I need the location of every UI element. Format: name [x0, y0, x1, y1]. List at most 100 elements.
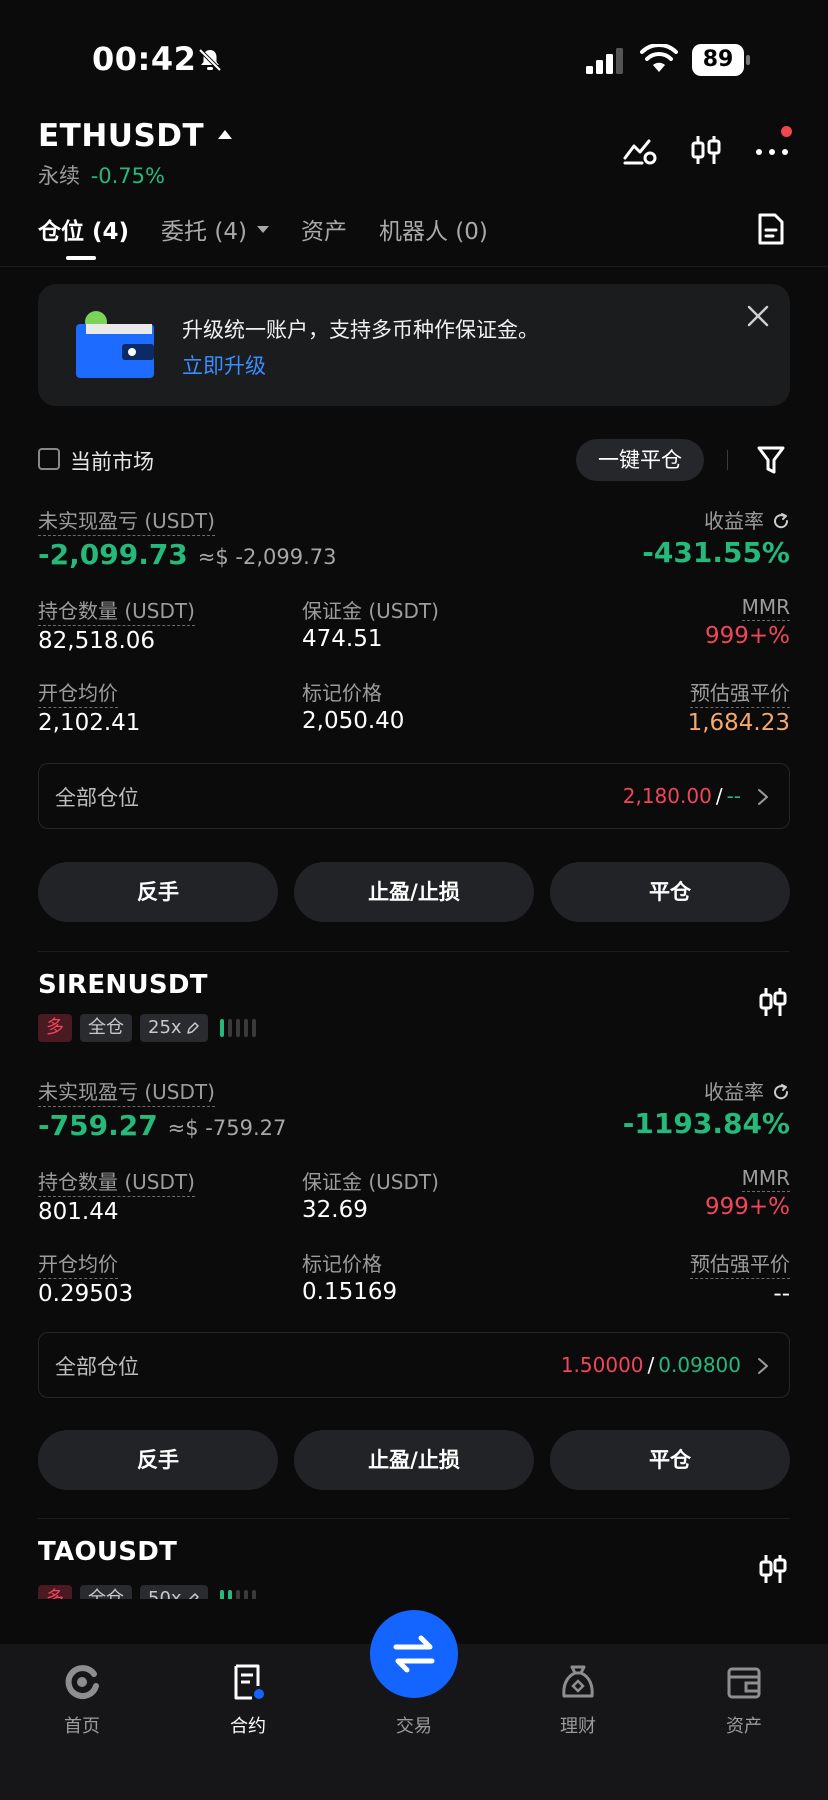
- tab-bots[interactable]: 机器人 (0): [379, 212, 488, 262]
- margin-mode-tag[interactable]: 全仓: [80, 1014, 132, 1042]
- upnl-label[interactable]: 未实现盈亏 (USDT): [38, 505, 215, 536]
- refresh-icon[interactable]: [772, 512, 790, 530]
- mmr-value: 999+%: [704, 623, 790, 649]
- close-icon[interactable]: [746, 304, 770, 328]
- entry-block: 开仓均价 0.29503: [38, 1248, 133, 1307]
- margin-label: 保证金 (USDT): [302, 1170, 439, 1194]
- tab-positions-label: 仓位 (4): [38, 219, 130, 245]
- all-positions-label: 全部仓位: [55, 786, 139, 810]
- margin-mode-tag[interactable]: 全仓: [80, 1585, 132, 1599]
- nav-futures[interactable]: 合约: [198, 1662, 298, 1738]
- upnl-label[interactable]: 未实现盈亏 (USDT): [38, 1076, 215, 1107]
- nav-earn-label: 理财: [560, 1716, 596, 1737]
- home-logo-icon: [65, 1665, 99, 1700]
- roi-label[interactable]: 收益率: [704, 509, 764, 533]
- size-label[interactable]: 持仓数量 (USDT): [38, 595, 195, 626]
- tpsl-button[interactable]: 止盈/止损: [294, 862, 534, 922]
- tpsl-all-positions-row[interactable]: 全部仓位 1.50000/0.09800: [38, 1332, 790, 1398]
- liq-value: --: [773, 1281, 790, 1307]
- mark-label: 标记价格: [302, 681, 382, 705]
- mmr-value: 999+%: [704, 1194, 790, 1220]
- more-menu-button[interactable]: [754, 126, 792, 168]
- nav-home-label: 首页: [64, 1716, 100, 1737]
- adl-indicator: [219, 1019, 256, 1037]
- upgrade-now-link[interactable]: 立即升级: [182, 350, 266, 380]
- header-actions: [622, 126, 792, 168]
- leverage-tag[interactable]: 25x: [140, 1014, 208, 1042]
- upnl-block: 未实现盈亏 (USDT) -759.27 ≈$ -759.27: [38, 1076, 286, 1142]
- wifi-icon: [640, 44, 678, 72]
- pair-title[interactable]: TAOUSDT: [38, 1537, 177, 1567]
- tab-assets[interactable]: 资产: [301, 212, 347, 262]
- price-change: -0.75%: [90, 164, 165, 188]
- refresh-icon[interactable]: [772, 1083, 790, 1101]
- symbol-title: ETHUSDT: [38, 118, 205, 154]
- card-divider: [38, 1518, 790, 1519]
- status-time: 00:42: [92, 40, 197, 78]
- contract-document-icon: [234, 1664, 264, 1700]
- caret-up-icon: [218, 129, 233, 139]
- close-position-button[interactable]: 平仓: [550, 862, 790, 922]
- liq-label[interactable]: 预估强平价: [690, 677, 790, 708]
- tab-bots-label: 机器人 (0): [378, 219, 488, 245]
- entry-value: 2,102.41: [38, 710, 141, 736]
- roi-block: 收益率 -431.55%: [642, 505, 790, 569]
- size-block: 持仓数量 (USDT) 82,518.06: [38, 595, 195, 654]
- notification-dot: [781, 126, 792, 137]
- tab-orders[interactable]: 委托 (4): [161, 212, 269, 262]
- upnl-usd-value: ≈$ -759.27: [167, 1116, 287, 1140]
- tab-positions[interactable]: 仓位 (4): [38, 212, 129, 262]
- entry-label[interactable]: 开仓均价: [38, 1248, 118, 1279]
- side-tag: 多: [38, 1585, 72, 1599]
- leverage-tag[interactable]: 50x: [140, 1585, 208, 1599]
- size-label[interactable]: 持仓数量 (USDT): [38, 1166, 195, 1197]
- chevron-right-icon: [758, 1358, 768, 1374]
- close-all-button[interactable]: 一键平仓: [576, 439, 704, 481]
- close-position-button[interactable]: 平仓: [550, 1430, 790, 1490]
- upgrade-banner[interactable]: 升级统一账户，支持多币种作保证金。 立即升级: [38, 284, 790, 406]
- header: ETHUSDT 永续 -0.75%: [38, 118, 792, 198]
- current-market-checkbox[interactable]: [38, 448, 60, 470]
- more-dots-icon: [756, 149, 788, 155]
- pair-title[interactable]: SIRENUSDT: [38, 970, 208, 1000]
- history-document-icon[interactable]: [756, 212, 786, 246]
- edit-icon: [188, 1593, 199, 1599]
- roi-value: -1193.84%: [622, 1107, 790, 1140]
- stop-loss-value: --: [726, 784, 741, 808]
- stop-loss-value: 0.09800: [658, 1353, 741, 1377]
- mmr-label[interactable]: MMR: [741, 1166, 790, 1192]
- chevron-right-icon: [758, 789, 768, 805]
- candlestick-icon[interactable]: [688, 132, 724, 168]
- roi-label[interactable]: 收益率: [704, 1080, 764, 1104]
- leverage-value: 50x: [148, 1588, 182, 1599]
- nav-assets[interactable]: 资产: [694, 1662, 794, 1738]
- current-market-label: 当前市场: [70, 450, 154, 474]
- liq-label[interactable]: 预估强平价: [690, 1248, 790, 1279]
- roi-value: -431.55%: [642, 536, 790, 569]
- action-buttons: 反手 止盈/止损 平仓: [38, 1430, 790, 1490]
- upnl-value: -759.27: [38, 1109, 158, 1142]
- battery-tip: [746, 55, 750, 65]
- candlestick-icon[interactable]: [758, 986, 788, 1018]
- tpsl-all-positions-row[interactable]: 全部仓位 2,180.00/--: [38, 763, 790, 829]
- mmr-label[interactable]: MMR: [741, 595, 790, 621]
- reverse-button[interactable]: 反手: [38, 862, 278, 922]
- reverse-button[interactable]: 反手: [38, 1430, 278, 1490]
- chart-settings-icon[interactable]: [622, 132, 658, 168]
- all-positions-label: 全部仓位: [55, 1355, 139, 1379]
- upnl-usd-value: ≈$ -2,099.73: [197, 545, 337, 569]
- nav-earn[interactable]: 理财: [528, 1662, 628, 1738]
- take-profit-value: 2,180.00: [622, 784, 712, 808]
- candlestick-icon[interactable]: [758, 1553, 788, 1585]
- mark-value: 0.15169: [302, 1279, 398, 1305]
- trade-button[interactable]: [370, 1610, 458, 1698]
- size-value: 82,518.06: [38, 628, 156, 654]
- margin-block: 保证金 (USDT) 474.51: [302, 595, 439, 652]
- roi-block: 收益率 -1193.84%: [623, 1076, 790, 1140]
- edit-icon: [186, 1022, 199, 1034]
- entry-label[interactable]: 开仓均价: [38, 677, 118, 708]
- nav-home[interactable]: 首页: [32, 1662, 132, 1738]
- tpsl-button[interactable]: 止盈/止损: [294, 1430, 534, 1490]
- filter-icon[interactable]: [756, 444, 786, 476]
- tab-assets-label: 资产: [300, 219, 347, 245]
